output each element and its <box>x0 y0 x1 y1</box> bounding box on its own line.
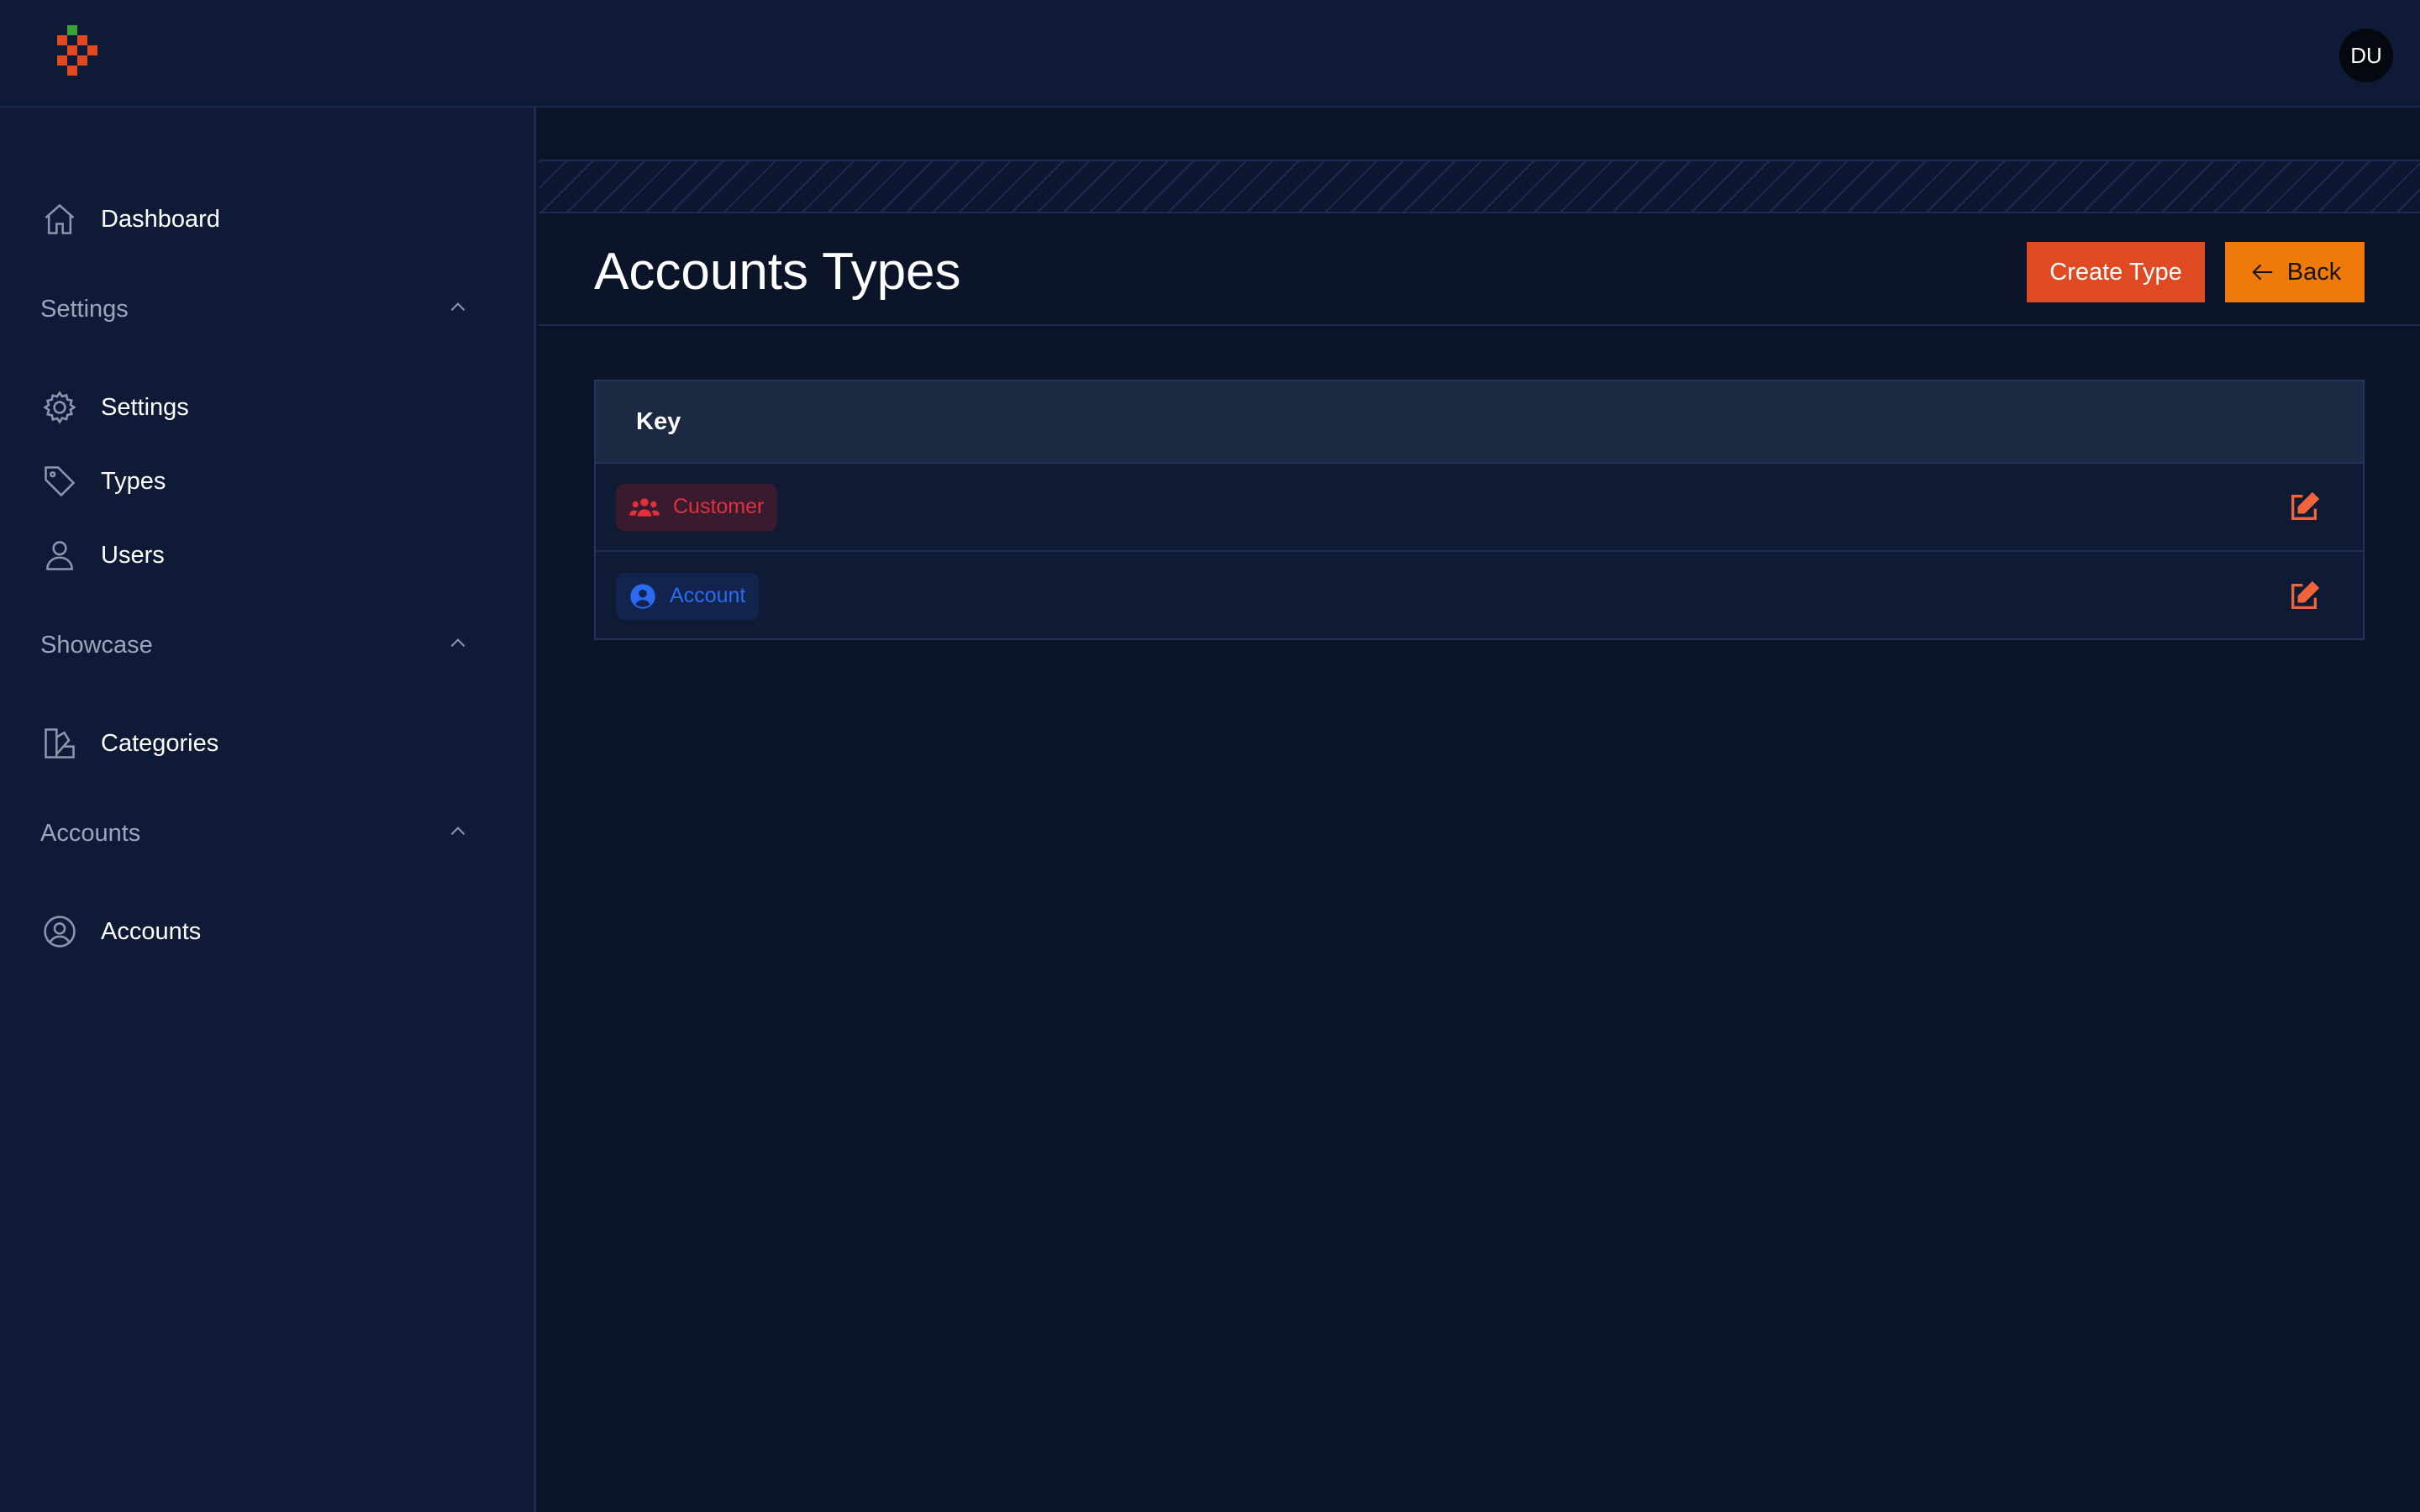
sidebar-item-categories[interactable]: Categories <box>40 718 218 769</box>
sidebar-item-label: Types <box>101 467 166 495</box>
users-icon <box>629 495 660 520</box>
hatched-banner <box>539 161 2420 213</box>
home-icon <box>40 200 79 239</box>
sidebar-item-label: Settings <box>101 393 189 421</box>
table-header: Key <box>596 381 2363 464</box>
page-title: Accounts Types <box>594 243 961 301</box>
section-title: Settings <box>40 295 129 323</box>
app-logo[interactable] <box>54 24 108 84</box>
chevron-up-icon <box>447 821 469 847</box>
section-title: Accounts <box>40 819 141 847</box>
gear-icon <box>40 388 79 427</box>
type-label: Customer <box>673 495 765 518</box>
create-type-button[interactable]: Create Type <box>2027 242 2205 302</box>
type-label: Account <box>670 584 746 607</box>
sidebar-item-label: Dashboard <box>101 205 220 233</box>
user-circle-icon <box>40 912 79 951</box>
table-row: Account <box>596 552 2363 640</box>
sidebar-item-settings[interactable]: Settings <box>40 382 189 433</box>
type-badge-customer[interactable]: Customer <box>616 483 778 531</box>
sidebar-item-types[interactable]: Types <box>40 456 166 507</box>
sidebar: Dashboard Settings Settings Types Users … <box>0 108 536 1512</box>
table-row: Customer <box>596 464 2363 552</box>
tag-icon <box>40 462 79 501</box>
page-header: Accounts Types Create Type Back <box>539 213 2420 326</box>
section-toggle-showcase[interactable]: Showcase <box>40 624 469 666</box>
section-toggle-accounts[interactable]: Accounts <box>40 812 469 854</box>
edit-icon[interactable] <box>2286 578 2323 615</box>
sidebar-item-users[interactable]: Users <box>40 530 165 580</box>
top-bar: DU <box>0 0 2420 108</box>
sidebar-item-label: Categories <box>101 729 219 757</box>
chevron-up-icon <box>447 633 469 659</box>
sidebar-item-label: Accounts <box>101 917 202 945</box>
back-label: Back <box>2286 258 2342 286</box>
column-header-key: Key <box>636 407 681 435</box>
edit-icon[interactable] <box>2286 489 2323 526</box>
swatch-icon <box>40 724 79 763</box>
sidebar-item-label: Users <box>101 541 165 569</box>
sidebar-item-accounts[interactable]: Accounts <box>40 906 201 957</box>
types-table: Key Customer Account <box>594 380 2365 640</box>
back-button[interactable]: Back <box>2225 242 2365 302</box>
chevron-up-icon <box>447 297 469 323</box>
top-band <box>539 108 2420 161</box>
avatar[interactable]: DU <box>2339 29 2393 82</box>
user-circle-icon <box>629 583 656 610</box>
section-title: Showcase <box>40 631 153 659</box>
section-toggle-settings[interactable]: Settings <box>40 288 469 330</box>
user-icon <box>40 536 79 575</box>
arrow-left-icon <box>2249 260 2277 285</box>
main-content: Accounts Types Create Type Back Key Cust… <box>539 108 2420 1512</box>
sidebar-item-dashboard[interactable]: Dashboard <box>40 194 220 244</box>
type-badge-account[interactable]: Account <box>616 572 760 620</box>
create-type-label: Create Type <box>2049 258 2182 286</box>
